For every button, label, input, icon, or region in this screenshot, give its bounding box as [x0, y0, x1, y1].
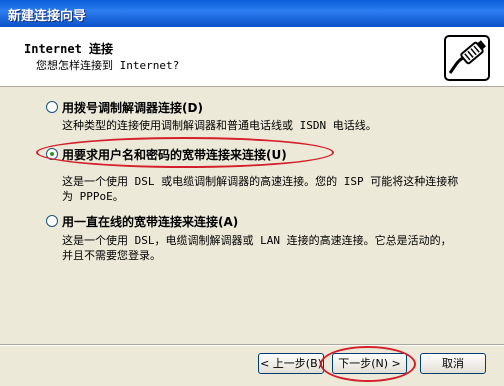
- window-title: 新建连接向导: [8, 9, 87, 24]
- radio-always-on[interactable]: [46, 215, 58, 227]
- back-button[interactable]: < 上一步(B): [258, 353, 324, 374]
- annotation-circle-next: [320, 346, 416, 382]
- option-dialup-desc: 这种类型的连接使用调制解调器和普通电话线或 ISDN 电话线。: [62, 119, 377, 132]
- cancel-button[interactable]: 取消: [420, 353, 486, 374]
- page-subtitle: 您想怎样连接到 Internet?: [36, 59, 180, 72]
- wizard-window: 新建连接向导 Internet 连接 您想怎样连接到 Internet? 用拨号…: [0, 0, 504, 386]
- wizard-header: Internet 连接 您想怎样连接到 Internet?: [0, 27, 504, 87]
- annotation-circle-option: [36, 137, 334, 168]
- connection-options: 用拨号调制解调器连接(D) 这种类型的连接使用调制解调器和普通电话线或 ISDN…: [0, 87, 504, 345]
- radio-dialup[interactable]: [46, 101, 58, 113]
- page-title: Internet 连接: [24, 42, 114, 56]
- option-dialup-label[interactable]: 用拨号调制解调器连接(D): [62, 99, 203, 116]
- option-always-on-label[interactable]: 用一直在线的宽带连接来连接(A): [62, 213, 238, 230]
- footer-divider: [0, 344, 504, 346]
- network-cable-icon: [444, 35, 490, 81]
- option-broadband-pppoe-desc: 这是一个使用 DSL 或电缆调制解调器的高速连接。您的 ISP 可能将这种连接称…: [62, 175, 459, 203]
- title-bar[interactable]: 新建连接向导: [0, 0, 504, 27]
- option-always-on-desc: 这是一个使用 DSL，电缆调制解调器或 LAN 连接的高速连接。它总是活动的，并…: [62, 234, 452, 262]
